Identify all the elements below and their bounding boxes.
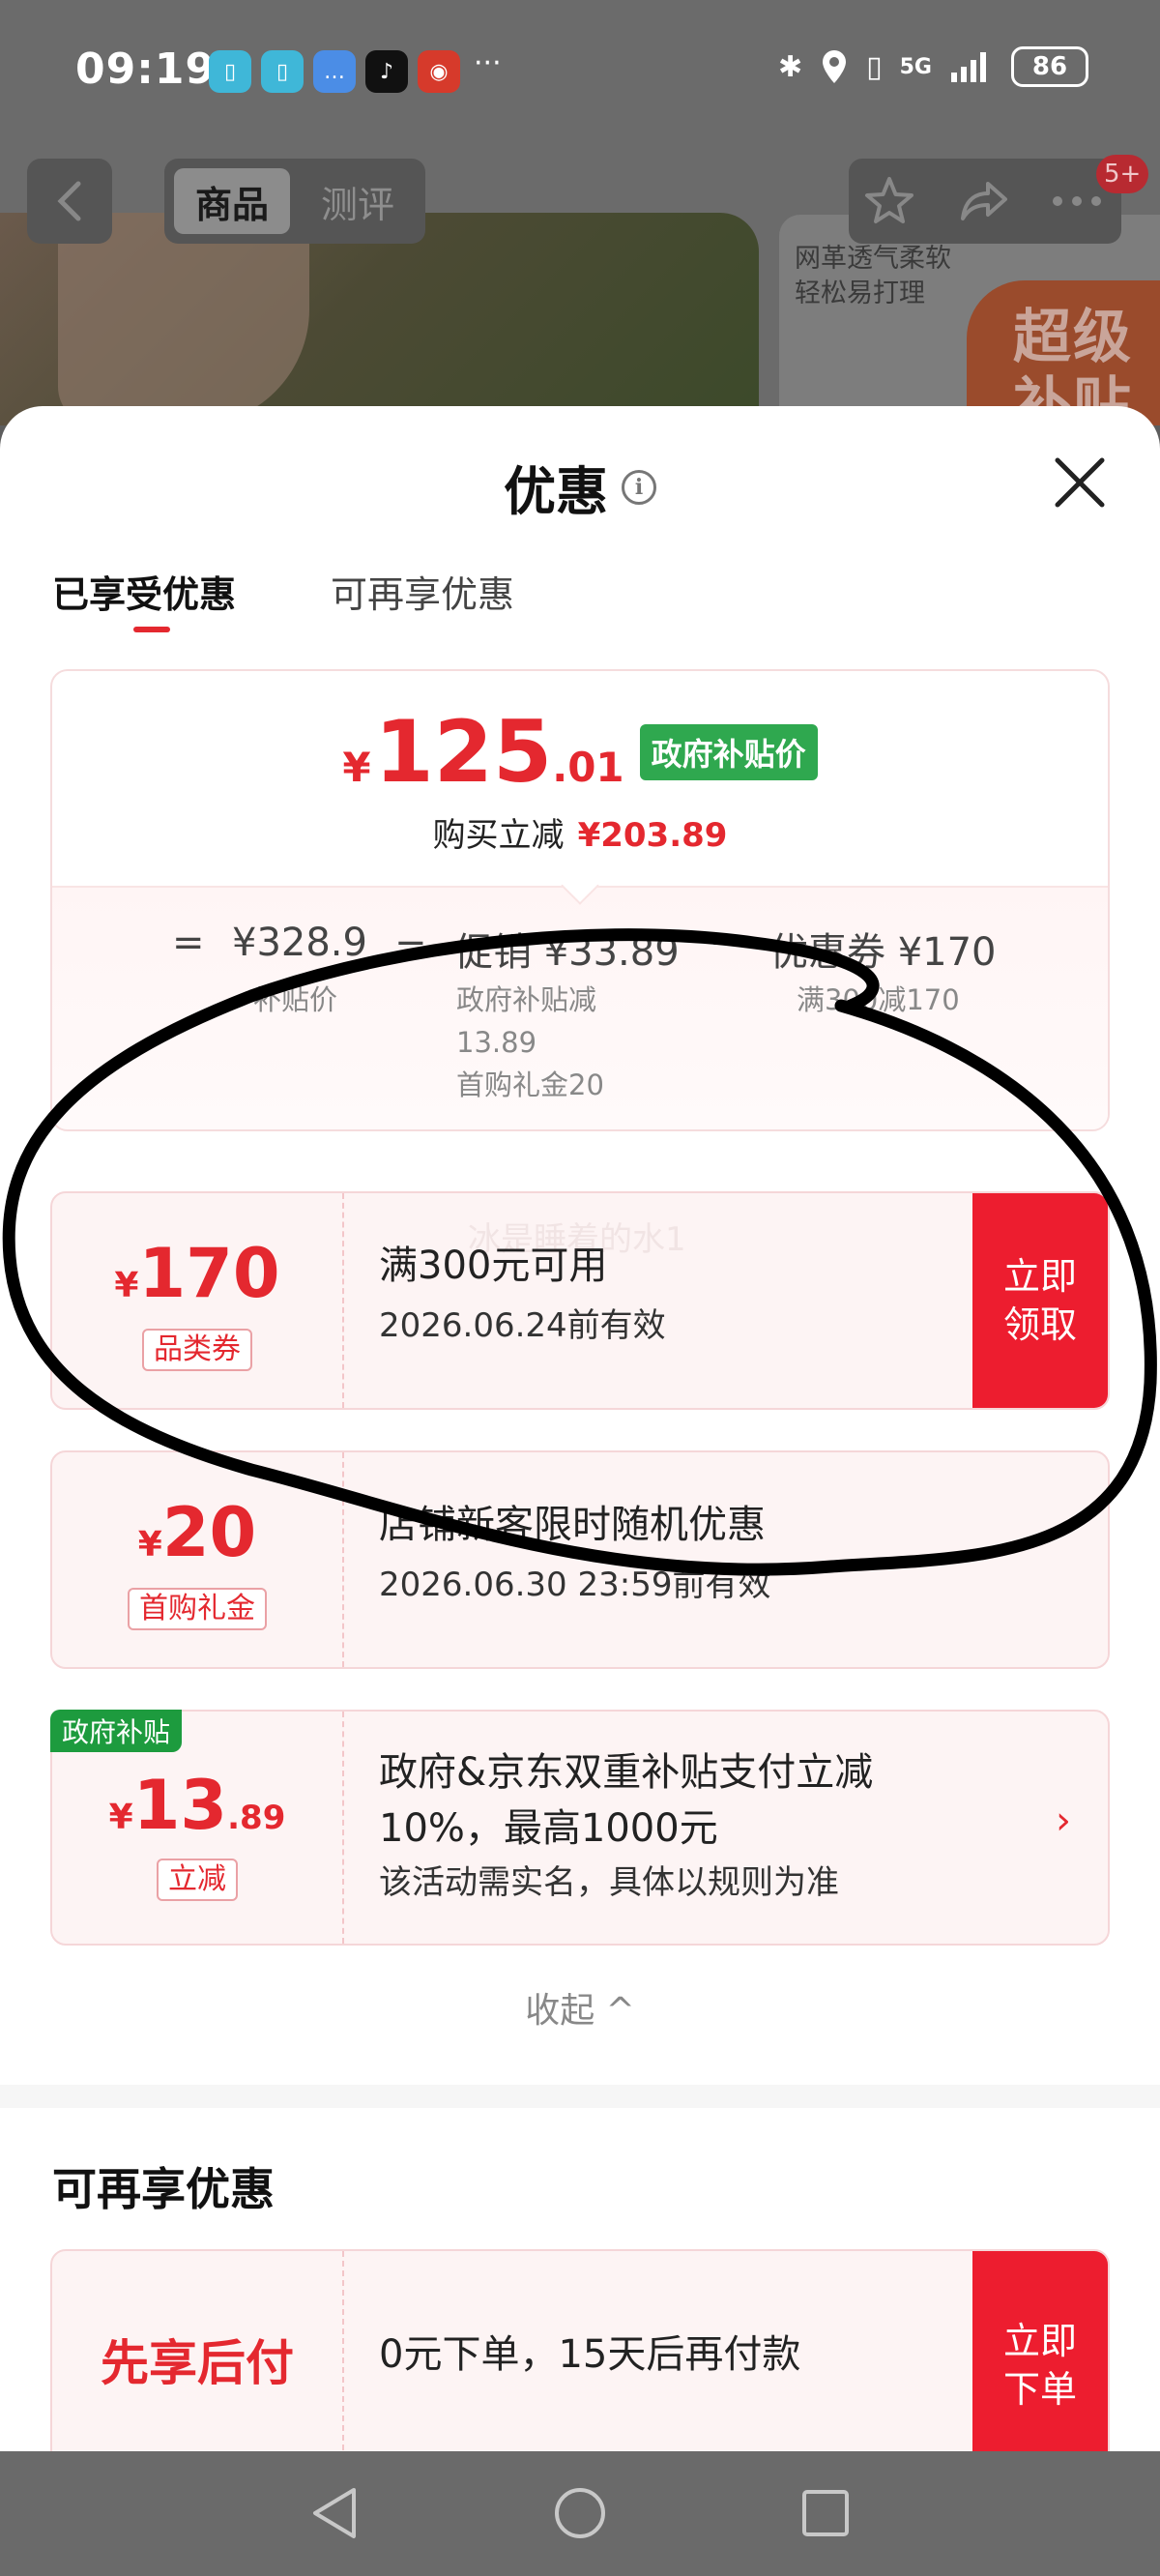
claim-coupon-button[interactable]: 立即 领取 (972, 1193, 1108, 1408)
back-button[interactable] (27, 159, 112, 244)
share-button[interactable] (955, 172, 1013, 230)
tab-more-discounts[interactable]: 可再享优惠 (331, 565, 514, 618)
status-bar: 09:19 ▯ ▯ … ♪ ◉ ··· ✱ ▯ 5G 86 (0, 0, 1160, 145)
tab-enjoyed-discounts[interactable]: 已享受优惠 (52, 565, 236, 618)
coupon-condition: 满300元可用 (379, 1244, 608, 1288)
triangle-back-icon (313, 2488, 356, 2538)
status-right-icons: ✱ ▯ 5G 86 (778, 46, 1088, 87)
calc-coupon: 优惠券 ¥170 (769, 930, 997, 975)
product-side-card-text: 网革透气柔软 轻松易打理 (795, 244, 951, 308)
sheet-title: 优惠 (504, 461, 608, 522)
coupon-condition: 店铺新客限时随机优惠 (379, 1503, 766, 1547)
favorite-button[interactable] (860, 172, 918, 230)
status-time: 09:19 (75, 44, 217, 94)
tab-review[interactable]: 测评 (300, 168, 416, 234)
buy-discount-amount: ¥203.89 (577, 816, 728, 855)
nav-back-button[interactable] (300, 2478, 369, 2548)
system-nav-bar (0, 2451, 1160, 2576)
buy-discount-row: 购买立减 ¥203.89 (432, 816, 728, 855)
order-now-button[interactable]: 立即 下单 (972, 2251, 1108, 2451)
info-icon[interactable]: i (622, 469, 656, 505)
pay-later-description: 0元下单，15天后再付款 (379, 2332, 801, 2377)
tmall-app-icon: ◉ (418, 50, 460, 93)
subsidy-price-label: 补贴价 (253, 983, 338, 1016)
final-price: ¥ 125 .01 政府补贴价 (52, 708, 1108, 797)
sheet-header: 优惠 i (0, 449, 1160, 525)
collapse-button[interactable]: 收起 ^ (0, 1982, 1160, 2033)
coupon-amount: ¥20 (137, 1493, 257, 1572)
message-app-icon: … (313, 50, 356, 93)
location-icon (823, 50, 847, 83)
status-notification-icons: ▯ ▯ … ♪ ◉ (209, 50, 460, 93)
signal-icon (951, 52, 986, 82)
reader-app-icon: ▯ (261, 50, 304, 93)
coupon-type-tag: 立减 (52, 1859, 342, 1901)
gov-subsidy-flag: 政府补贴 (50, 1710, 183, 1752)
coupon-detail: 满300减170 (797, 983, 960, 1016)
coupon-expiry: 2026.06.30 23:59前有效 (379, 1566, 771, 1604)
coupon-type-tag: 首购礼金 (52, 1588, 342, 1630)
product-photo (0, 213, 759, 425)
calc-subsidy-price: ¥328.9 (232, 921, 367, 965)
nav-home-button[interactable] (545, 2478, 615, 2548)
calc-promo: 促销 ¥33.89 (454, 930, 680, 975)
pay-later-card: 先享后付 0元下单，15天后再付款 立即 下单 (50, 2249, 1110, 2451)
square-recents-icon (802, 2490, 849, 2536)
coupon-card-gov-subsidy[interactable]: ¥13.89 立减 政府&京东双重补贴支付立减 10%，最高1000元 该活动需… (50, 1710, 1110, 1946)
star-icon (865, 177, 914, 223)
tab-product[interactable]: 商品 (174, 168, 290, 234)
product-actions (849, 159, 1121, 244)
coupon-type-tag: 品类券 (52, 1329, 342, 1371)
coupon-amount: ¥170 (114, 1234, 280, 1313)
share-icon (961, 182, 1007, 220)
close-icon (1055, 457, 1105, 508)
product-tabs: 商品 测评 (164, 159, 425, 244)
message-count-badge: 5+ (1096, 155, 1149, 193)
coupon-card-category: 冰是睡着的水1 ¥170 品类券 满300元可用 2026.06.24前有效 立… (50, 1191, 1110, 1410)
more-discounts-title: 可再享优惠 (52, 2163, 275, 2215)
tiktok-app-icon: ♪ (365, 50, 408, 93)
calc-eq: = (172, 921, 205, 965)
pay-later-label: 先享后付 (101, 2335, 294, 2391)
discount-sheet: 优惠 i 已享受优惠 可再享优惠 ¥ 125 .01 政府补贴价 购买立减 ¥20… (0, 406, 1160, 2451)
reader-app-icon: ▯ (209, 50, 251, 93)
calc-minus: − (394, 921, 427, 965)
super-subsidy-badge: 超级 补贴 (967, 280, 1160, 425)
subsidy-title-line2: 10%，最高1000元 (379, 1806, 718, 1851)
calc-minus: − (710, 921, 742, 965)
vibrate-icon: ▯ (866, 49, 883, 84)
subsidy-price-badge: 政府补贴价 (639, 724, 818, 780)
battery-indicator: 86 (1011, 46, 1088, 87)
coupon-card-first-purchase: ¥20 首购礼金 店铺新客限时随机优惠 2026.06.30 23:59前有效 (50, 1450, 1110, 1669)
home-circle-icon (555, 2488, 605, 2538)
close-button[interactable] (1052, 454, 1108, 511)
nav-recents-button[interactable] (791, 2478, 860, 2548)
subsidy-rule-note: 该活动需实名，具体以规则为准 (379, 1863, 839, 1902)
chevron-right-icon: › (1056, 1799, 1071, 1843)
network-type: 5G (899, 54, 932, 79)
active-tab-indicator (133, 627, 170, 632)
subsidy-title-line1: 政府&京东双重补贴支付立减 (379, 1750, 874, 1795)
more-dots-icon (1053, 196, 1101, 206)
price-summary: ¥ 125 .01 政府补贴价 购买立减 ¥203.89 = ¥328.9 − 促… (50, 669, 1110, 1131)
coupon-amount: ¥13.89 (108, 1766, 286, 1845)
promo-detail: 政府补贴减 13.89 首购礼金20 (456, 983, 604, 1101)
status-more-icon: ··· (474, 46, 502, 80)
bluetooth-icon: ✱ (777, 49, 803, 84)
coupon-expiry: 2026.06.24前有效 (379, 1306, 666, 1345)
chevron-left-icon (57, 181, 81, 221)
